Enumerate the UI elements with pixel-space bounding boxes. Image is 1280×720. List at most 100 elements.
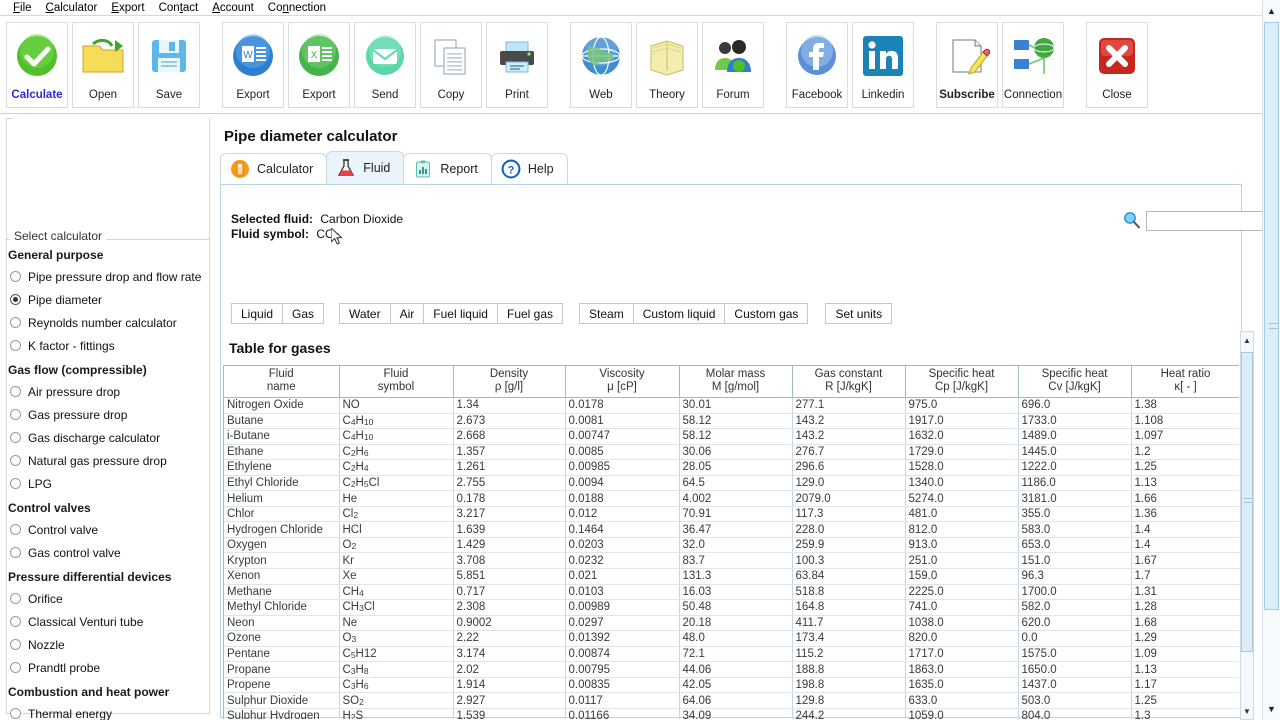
fluid-button-set-units[interactable]: Set units (825, 303, 893, 324)
radio-button-icon[interactable] (10, 708, 21, 719)
table-header-col-0[interactable]: Fluid name (224, 366, 340, 398)
menu-item-account[interactable]: Account (205, 1, 261, 15)
sidebar-item-k-factor-fittings[interactable]: K factor - fittings (0, 334, 216, 357)
search-icon[interactable] (1123, 211, 1141, 232)
toolbar-button-connection-14[interactable]: Connection (1002, 22, 1064, 108)
toolbar-button-export-3[interactable]: W Export (222, 22, 284, 108)
table-row[interactable]: Ethyl Chloride C2H5Cl 2.755 0.0094 64.5 129.0… (224, 475, 1239, 492)
table-header-col-4[interactable]: Molar mass M [g/mol] (679, 366, 793, 398)
menu-item-calculator[interactable]: Calculator (39, 1, 105, 15)
radio-button-icon[interactable] (10, 294, 21, 305)
sidebar-item-classical-venturi-tube[interactable]: Classical Venturi tube (0, 610, 216, 633)
table-header-col-7[interactable]: Specific heat Cv [J/kgK] (1018, 366, 1132, 398)
fluid-button-fuel-gas[interactable]: Fuel gas (496, 303, 564, 324)
radio-button-icon[interactable] (10, 409, 21, 420)
sidebar-item-orifice[interactable]: Orifice (0, 587, 216, 610)
table-row[interactable]: Propene C3H6 1.914 0.00835 42.05 198.8 1635.0 1… (224, 677, 1239, 694)
toolbar-button-copy-6[interactable]: Copy (420, 22, 482, 108)
table-scrollbar[interactable]: ▲ ▼ (1240, 331, 1254, 720)
radio-button-icon[interactable] (10, 478, 21, 489)
table-row[interactable]: Chlor Cl2 3.217 0.012 70.91 117.3 481.0 355.0 1.… (224, 506, 1239, 523)
page-scrollbar[interactable]: ▲ ▼ (1262, 0, 1280, 720)
table-row[interactable]: Hydrogen Chloride HCl 1.639 0.1464 36.47 228.… (224, 521, 1239, 538)
toolbar-button-save-2[interactable]: Save (138, 22, 200, 108)
table-scroll-up-icon[interactable]: ▲ (1241, 333, 1253, 347)
sidebar-item-thermal-energy[interactable]: Thermal energy (0, 702, 216, 720)
toolbar-button-web-8[interactable]: Web (570, 22, 632, 108)
sidebar-item-prandtl-probe[interactable]: Prandtl probe (0, 656, 216, 679)
sidebar-item-nozzle[interactable]: Nozzle (0, 633, 216, 656)
table-row[interactable]: Ethane C2H6 1.357 0.0085 30.06 276.7 1729.0 144… (224, 444, 1239, 461)
sidebar-item-reynolds-number-calculator[interactable]: Reynolds number calculator (0, 311, 216, 334)
menu-item-connection[interactable]: Connection (261, 1, 333, 15)
table-scroll-down-icon[interactable]: ▼ (1241, 704, 1253, 718)
table-row[interactable]: Helium He 0.178 0.0188 4.002 2079.0 5274.0 3181… (224, 490, 1239, 507)
fluid-button-custom-gas[interactable]: Custom gas (724, 303, 809, 324)
table-row[interactable]: Sulphur Dioxide SO2 2.927 0.0117 64.06 129.8 6… (224, 692, 1239, 709)
radio-button-icon[interactable] (10, 616, 21, 627)
menu-item-file[interactable]: File (6, 1, 39, 15)
table-row[interactable]: Ozone O3 2.22 0.01392 48.0 173.4 820.0 0.0 1.29 (224, 630, 1239, 647)
sidebar-item-natural-gas-pressure-drop[interactable]: Natural gas pressure drop (0, 449, 216, 472)
table-row[interactable]: Ethylene C2H4 1.261 0.00985 28.05 296.6 1528.0… (224, 459, 1239, 476)
fluid-button-fuel-liquid[interactable]: Fuel liquid (423, 303, 498, 324)
search-input[interactable] (1147, 212, 1280, 230)
radio-button-icon[interactable] (10, 662, 21, 673)
page-scroll-down-icon[interactable]: ▼ (1264, 700, 1279, 718)
toolbar-button-theory-9[interactable]: Theory (636, 22, 698, 108)
table-header-col-8[interactable]: Heat ratio κ[ - ] (1131, 366, 1239, 398)
sidebar-item-gas-pressure-drop[interactable]: Gas pressure drop (0, 403, 216, 426)
tab-fluid[interactable]: Fluid (326, 151, 405, 184)
table-row[interactable]: Neon Ne 0.9002 0.0297 20.18 411.7 1038.0 620.0 1… (224, 615, 1239, 632)
fluid-button-water[interactable]: Water (339, 303, 391, 324)
table-row[interactable]: Nitrogen Oxide NO 1.34 0.0178 30.01 277.1 975.… (224, 397, 1239, 414)
radio-button-icon[interactable] (10, 271, 21, 282)
table-header-col-2[interactable]: Density ρ [g/l] (453, 366, 566, 398)
toolbar-button-export-4[interactable]: X Export (288, 22, 350, 108)
table-row[interactable]: Xenon Xe 5.851 0.021 131.3 63.84 159.0 96.3 1.7 (224, 568, 1239, 585)
table-row[interactable]: Pentane C5H12 3.174 0.00874 72.1 115.2 1717.0 1… (224, 646, 1239, 663)
menu-item-export[interactable]: Export (104, 1, 151, 15)
toolbar-button-linkedin-12[interactable]: Linkedin (852, 22, 914, 108)
radio-button-icon[interactable] (10, 386, 21, 397)
radio-button-icon[interactable] (10, 317, 21, 328)
sidebar-item-lpg[interactable]: LPG (0, 472, 216, 495)
table-header-col-6[interactable]: Specific heat Cp [J/kgK] (905, 366, 1019, 398)
radio-button-icon[interactable] (10, 639, 21, 650)
fluid-button-gas[interactable]: Gas (282, 303, 325, 324)
toolbar-button-send-5[interactable]: Send (354, 22, 416, 108)
radio-button-icon[interactable] (10, 455, 21, 466)
table-row[interactable]: Krypton Kr 3.708 0.0232 83.7 100.3 251.0 151.0 1… (224, 552, 1239, 570)
table-row[interactable]: Butane C4H10 2.673 0.0081 58.12 143.2 1917.0 17… (224, 413, 1239, 430)
table-scrollbar-thumb[interactable] (1241, 352, 1253, 652)
page-scroll-up-icon[interactable]: ▲ (1264, 2, 1279, 20)
table-header-col-5[interactable]: Gas constant R [J/kgK] (792, 366, 906, 398)
radio-button-icon[interactable] (10, 340, 21, 351)
toolbar-button-calculate-0[interactable]: Calculate (6, 22, 68, 108)
toolbar-button-open-1[interactable]: Open (72, 22, 134, 108)
table-row[interactable]: Methyl Chloride CH3Cl 2.308 0.00989 50.48 164… (224, 599, 1239, 616)
table-row[interactable]: Methane CH4 0.717 0.0103 16.03 518.8 2225.0 170… (224, 584, 1239, 601)
tab-help[interactable]: ? Help (490, 153, 568, 184)
sidebar-item-pipe-diameter[interactable]: Pipe diameter (0, 288, 216, 311)
toolbar-button-facebook-11[interactable]: Facebook (786, 22, 848, 108)
tab-report[interactable]: Report (403, 153, 492, 184)
sidebar-item-air-pressure-drop[interactable]: Air pressure drop (0, 380, 216, 403)
table-row[interactable]: Propane C3H8 2.02 0.00795 44.06 188.8 1863.0 16… (224, 661, 1239, 678)
sidebar-item-gas-control-valve[interactable]: Gas control valve (0, 541, 216, 564)
page-scrollbar-thumb[interactable] (1264, 22, 1279, 610)
toolbar-button-close-15[interactable]: Close (1086, 22, 1148, 108)
tab-calculator[interactable]: Calculator (220, 153, 328, 184)
radio-button-icon[interactable] (10, 432, 21, 443)
table-row[interactable]: Oxygen O2 1.429 0.0203 32.0 259.9 913.0 653.0 1.… (224, 537, 1239, 554)
sidebar-item-control-valve[interactable]: Control valve (0, 518, 216, 541)
radio-button-icon[interactable] (10, 524, 21, 535)
radio-button-icon[interactable] (10, 593, 21, 604)
fluid-button-custom-liquid[interactable]: Custom liquid (632, 303, 726, 324)
toolbar-button-forum-10[interactable]: Forum (702, 22, 764, 108)
table-header-col-3[interactable]: Viscosity μ [cP] (565, 366, 680, 398)
radio-button-icon[interactable] (10, 547, 21, 558)
table-row[interactable]: i-Butane C4H10 2.668 0.00747 58.12 143.2 1632.… (224, 428, 1239, 445)
fluid-button-air[interactable]: Air (389, 303, 425, 324)
sidebar-item-gas-discharge-calculator[interactable]: Gas discharge calculator (0, 426, 216, 449)
